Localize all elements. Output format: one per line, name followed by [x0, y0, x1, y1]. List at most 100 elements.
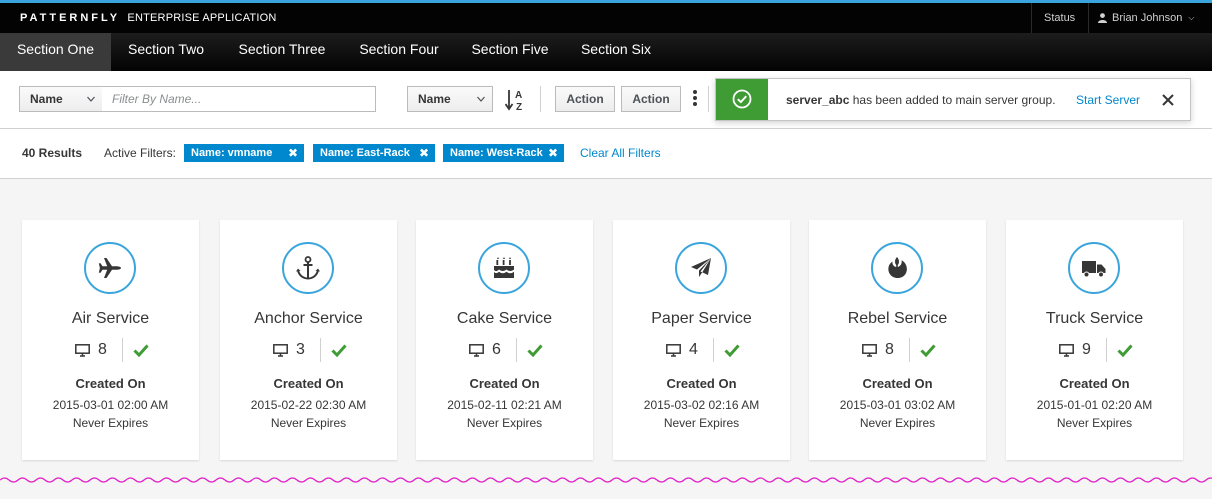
- expiry-text: Never Expires: [466, 416, 543, 430]
- brand-logo[interactable]: PATTERNFLY ENTERPRISE APPLICATION: [20, 10, 277, 24]
- filter-chip-label: Name: vmname: [191, 147, 273, 159]
- toolbar-divider: [540, 86, 541, 112]
- monitor-icon: [1059, 344, 1074, 357]
- tab-section-one[interactable]: Section One: [0, 33, 111, 71]
- user-name: Brian Johnson: [1112, 12, 1183, 24]
- check-icon: [527, 344, 543, 357]
- clear-all-filters-link[interactable]: Clear All Filters: [580, 146, 661, 160]
- toast-notification: server_abc has been added to main server…: [715, 78, 1191, 121]
- user-icon: [1098, 13, 1107, 23]
- brand-name: PATTERNFLY: [20, 12, 121, 24]
- service-card[interactable]: Paper Service 4 Created On 2015-03-02 02…: [613, 220, 790, 460]
- service-card[interactable]: Cake Service 6 Created On 2015-02-11 02:…: [416, 220, 593, 460]
- anchor-icon: [282, 242, 334, 294]
- created-on-label: Created On: [862, 376, 933, 391]
- kebab-menu-icon[interactable]: [693, 90, 699, 110]
- tab-section-three[interactable]: Section Three: [226, 33, 338, 71]
- truck-icon: [1068, 242, 1120, 294]
- masthead: PATTERNFLY ENTERPRISE APPLICATION Status…: [0, 0, 1212, 33]
- success-icon: [716, 79, 768, 120]
- stat-divider: [1106, 338, 1107, 362]
- sort-field-select[interactable]: Name: [407, 86, 493, 112]
- rebel-icon: [871, 242, 923, 294]
- host-count: 4: [689, 341, 698, 358]
- card-stats: 6: [416, 338, 593, 362]
- sort-alpha-asc-icon[interactable]: A Z: [505, 88, 527, 112]
- svg-text:Z: Z: [516, 102, 522, 112]
- remove-filter-icon[interactable]: ✖: [548, 144, 558, 162]
- monitor-icon: [75, 344, 90, 357]
- monitor-icon: [273, 344, 288, 357]
- service-card[interactable]: Rebel Service 8 Created On 2015-03-01 03…: [809, 220, 986, 460]
- card-title: Air Service: [71, 310, 150, 327]
- service-card[interactable]: Truck Service 9 Created On 2015-01-01 02…: [1006, 220, 1183, 460]
- host-count: 9: [1082, 341, 1091, 358]
- page-break-wave: [0, 477, 1212, 483]
- card-title: Truck Service: [1045, 310, 1144, 327]
- toast-message: server_abc has been added to main server…: [786, 93, 1056, 107]
- filter-chip: Name: West-Rack ✖: [443, 144, 564, 162]
- expiry-text: Never Expires: [663, 416, 740, 430]
- stat-divider: [713, 338, 714, 362]
- check-icon: [724, 344, 740, 357]
- user-menu[interactable]: Brian Johnson ⌵: [1088, 3, 1212, 33]
- created-on-label: Created On: [666, 376, 737, 391]
- filter-chip-label: Name: West-Rack: [450, 147, 543, 159]
- host-count: 8: [98, 341, 107, 358]
- check-icon: [920, 344, 936, 357]
- chevron-down-icon: ⌵: [1188, 13, 1195, 22]
- brand-subtitle: ENTERPRISE APPLICATION: [127, 12, 277, 24]
- filter-chip: Name: vmname ✖: [184, 144, 304, 162]
- active-filters-label: Active Filters:: [104, 146, 177, 160]
- filter-results-bar: 40 Results Active Filters: Name: vmname …: [0, 129, 1212, 179]
- remove-filter-icon[interactable]: ✖: [288, 144, 298, 162]
- tab-section-four[interactable]: Section Four: [346, 33, 452, 71]
- created-on-label: Created On: [273, 376, 344, 391]
- action-button-1[interactable]: Action: [555, 86, 615, 112]
- created-date: 2015-03-02 02:16 AM: [643, 398, 760, 412]
- created-date: 2015-02-11 02:21 AM: [447, 398, 562, 412]
- created-date: 2015-03-01 02:00 AM: [52, 398, 169, 412]
- results-count: 40 Results: [22, 146, 83, 160]
- card-title: Cake Service: [456, 310, 553, 327]
- plane-icon: [84, 242, 136, 294]
- filter-chip: Name: East-Rack ✖: [313, 144, 435, 162]
- filter-field-select[interactable]: Name: [19, 86, 103, 112]
- status-link[interactable]: Status: [1031, 3, 1088, 33]
- remove-filter-icon[interactable]: ✖: [419, 144, 429, 162]
- action-button-2[interactable]: Action: [621, 86, 681, 112]
- expiry-text: Never Expires: [72, 416, 149, 430]
- host-count: 8: [885, 341, 894, 358]
- stat-divider: [516, 338, 517, 362]
- card-title: Rebel Service: [847, 310, 948, 327]
- card-stats: 9: [1006, 338, 1183, 362]
- chevron-down-icon: [87, 96, 95, 102]
- tab-section-six[interactable]: Section Six: [570, 33, 662, 71]
- expiry-text: Never Expires: [1056, 416, 1133, 430]
- expiry-text: Never Expires: [859, 416, 936, 430]
- created-on-label: Created On: [1059, 376, 1130, 391]
- filter-input[interactable]: Filter By Name...: [102, 86, 376, 112]
- tab-section-two[interactable]: Section Two: [112, 33, 220, 71]
- card-stats: 4: [613, 338, 790, 362]
- toast-message-text: has been added to main server group.: [849, 93, 1056, 107]
- monitor-icon: [469, 344, 484, 357]
- stat-divider: [909, 338, 910, 362]
- service-card[interactable]: Anchor Service 3 Created On 2015-02-22 0…: [220, 220, 397, 460]
- birthday-cake-icon: [478, 242, 530, 294]
- stat-divider: [122, 338, 123, 362]
- filter-field-value: Name: [30, 92, 63, 106]
- card-stats: 8: [809, 338, 986, 362]
- card-stats: 8: [22, 338, 199, 362]
- svg-text:A: A: [515, 90, 522, 101]
- tab-section-five[interactable]: Section Five: [460, 33, 560, 71]
- service-card[interactable]: Air Service 8 Created On 2015-03-01 02:0…: [22, 220, 199, 460]
- card-title: Anchor Service: [254, 310, 363, 327]
- expiry-text: Never Expires: [270, 416, 347, 430]
- paper-plane-icon: [675, 242, 727, 294]
- host-count: 6: [492, 341, 501, 358]
- start-server-link[interactable]: Start Server: [1076, 93, 1140, 107]
- monitor-icon: [666, 344, 681, 357]
- close-icon[interactable]: [1160, 92, 1176, 108]
- primary-nav: Section One Section Two Section Three Se…: [0, 33, 1212, 71]
